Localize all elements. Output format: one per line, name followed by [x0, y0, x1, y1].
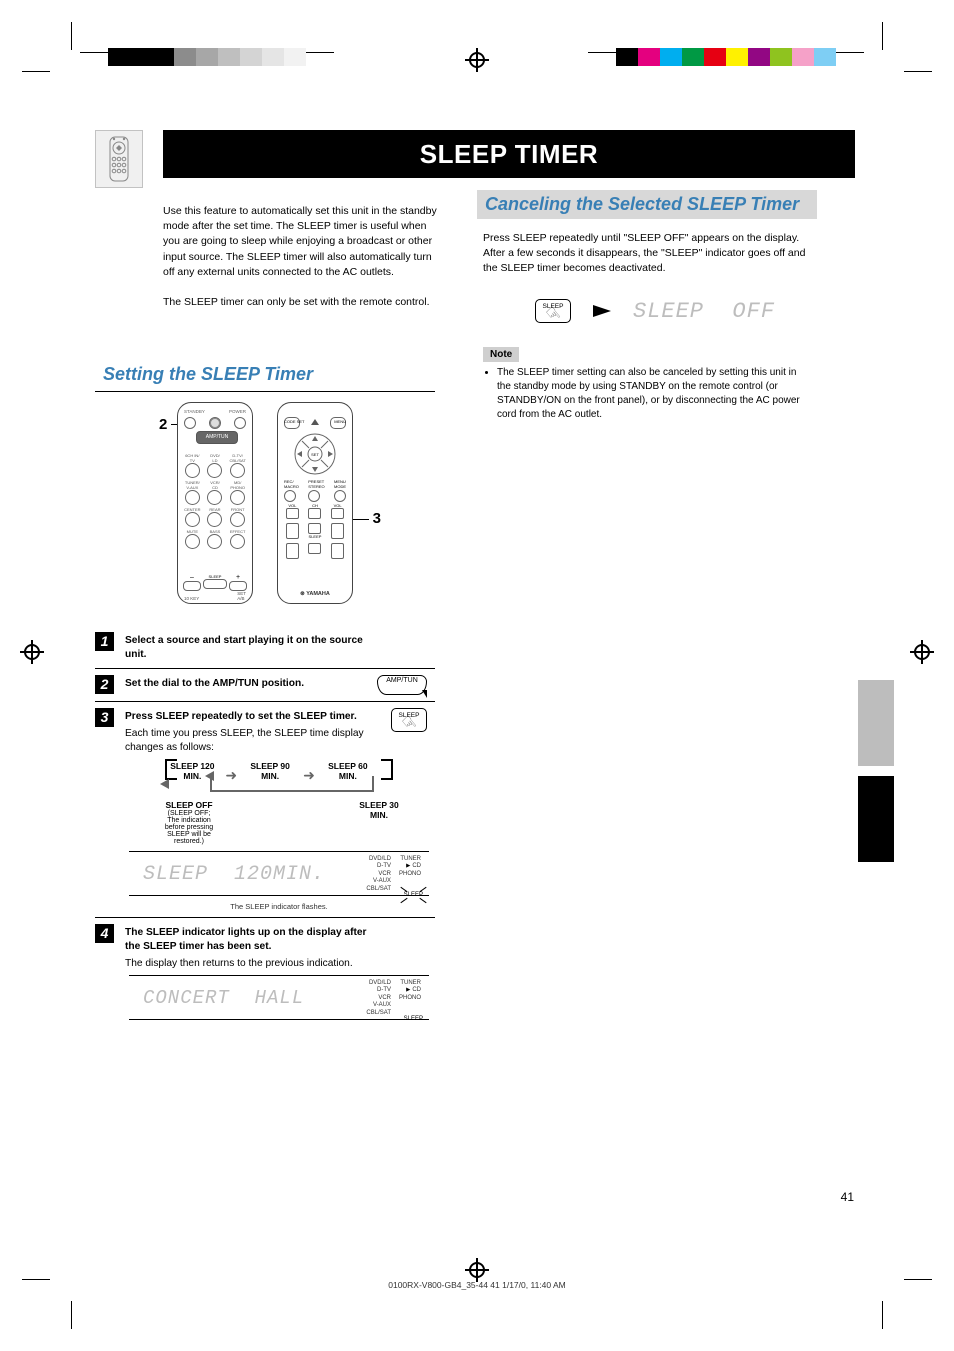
- right-column: Canceling the Selected SLEEP Timer Press…: [477, 190, 817, 424]
- step-1-text: Select a source and start playing it on …: [125, 634, 433, 662]
- arrow-icon: [593, 305, 611, 317]
- amp-tun-button-icon: AMP/TUN: [377, 675, 427, 695]
- side-tabs: [858, 680, 894, 862]
- hand-pointer-icon: ☟: [531, 293, 583, 344]
- left-column: Setting the SLEEP Timer 2 3 STANDBYPOWER…: [95, 360, 435, 1036]
- trim-mark: [882, 1279, 922, 1319]
- trim-mark: [882, 32, 922, 72]
- sleep-button-icon: SLEEP☟: [391, 708, 427, 732]
- trim-mark: [32, 32, 72, 72]
- step-4-text-b: The display then returns to the previous…: [125, 957, 433, 971]
- sleep-indicator-icon: SLEEP: [404, 892, 423, 898]
- dpad-icon: SET: [294, 433, 336, 475]
- lcd-text: SLEEP 120MIN.: [129, 863, 325, 886]
- intro-text: Use this feature to automatically set th…: [163, 204, 445, 311]
- brand-label: ⊛ YAMAHA: [278, 591, 352, 597]
- cancel-demo: SLEEP☟ SLEEP OFF: [535, 299, 817, 324]
- remote-control-alt: CODE SETMENU SET REC/MACRO PRESETSTEREO: [277, 402, 353, 604]
- svg-text:SET: SET: [311, 452, 319, 457]
- step-1: 1 Select a source and start playing it o…: [95, 626, 435, 668]
- side-tab-active: [858, 776, 894, 862]
- registration-mark-icon: [465, 48, 489, 72]
- cancel-body: Press SLEEP repeatedly until "SLEEP OFF"…: [483, 231, 811, 277]
- registration-mark-icon: [20, 640, 44, 664]
- subheader-setting: Setting the SLEEP Timer: [95, 360, 435, 389]
- registration-mark-icon: [465, 1258, 489, 1282]
- registration-mark-icon: [910, 640, 934, 664]
- note-body: The SLEEP timer setting can also be canc…: [483, 366, 811, 422]
- dial-amp-tun: AMP/TUN: [196, 431, 238, 444]
- remote-icon: [95, 130, 143, 188]
- callout-3: 3: [373, 510, 381, 527]
- subheader-canceling: Canceling the Selected SLEEP Timer: [477, 190, 817, 219]
- remote-control-main: STANDBYPOWER AMP/TUN 6CH IN/TV DVD/LD D-…: [177, 402, 253, 604]
- step-3-text-b: Each time you press SLEEP, the SLEEP tim…: [125, 727, 433, 755]
- sleep-sequence: SLEEP 120 MIN. ➜ SLEEP 90 MIN. ➜ SLEEP 6…: [147, 761, 411, 784]
- page-title: SLEEP TIMER: [163, 130, 855, 178]
- lcd-caption: The SLEEP indicator flashes.: [125, 902, 433, 911]
- step-4: 4 The SLEEP indicator lights up on the d…: [95, 917, 435, 1036]
- side-tab: [858, 680, 894, 766]
- page-number: 41: [841, 1190, 854, 1204]
- step-3-text-a: Press SLEEP repeatedly to set the SLEEP …: [125, 710, 433, 724]
- step-3: 3 Press SLEEP repeatedly to set the SLEE…: [95, 701, 435, 918]
- sleep-button-icon: SLEEP☟: [535, 299, 571, 323]
- lcd-display-1: SLEEP 120MIN. DVD/LDTUNER D-TVCD VCRPHON…: [129, 851, 429, 897]
- step-4-text-a: The SLEEP indicator lights up on the dis…: [125, 926, 433, 954]
- callout-2: 2: [159, 416, 167, 433]
- sleep-indicator-icon: SLEEP: [404, 1016, 423, 1022]
- greyscale-strip: [80, 48, 334, 66]
- trim-mark: [32, 1279, 72, 1319]
- step-2: 2 Set the dial to the AMP/TUN position. …: [95, 668, 435, 701]
- color-strip: [588, 48, 864, 66]
- footer-note: 0100RX-V800-GB4_35-44 41 1/17/0, 11:40 A…: [388, 1280, 566, 1290]
- lcd-display-2: CONCERT HALL DVD/LDTUNER D-TVCD VCRPHONO…: [129, 975, 429, 1021]
- note-heading: Note: [483, 347, 519, 362]
- lcd-sleep-off: SLEEP OFF: [633, 299, 775, 324]
- lcd-text: CONCERT HALL: [129, 987, 304, 1009]
